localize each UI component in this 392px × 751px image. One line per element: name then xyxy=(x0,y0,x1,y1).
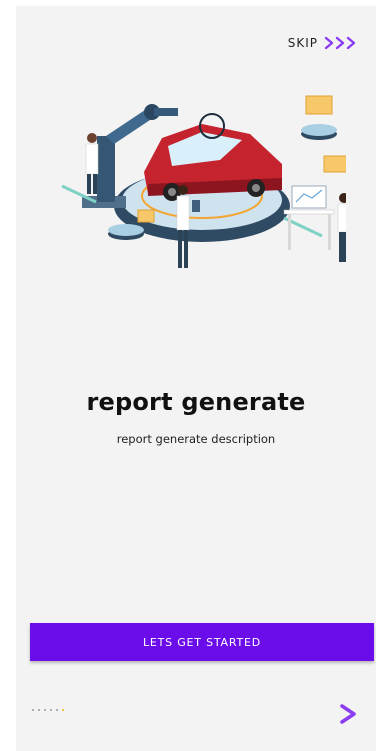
car-factory-illustration xyxy=(52,86,349,286)
skip-label: SKIP xyxy=(287,36,318,50)
next-button[interactable] xyxy=(336,702,360,726)
page-dot xyxy=(44,709,46,711)
page-dot xyxy=(56,709,58,711)
skip-button[interactable]: SKIP xyxy=(288,36,358,50)
page-dot xyxy=(62,709,64,711)
page-dot xyxy=(38,709,40,711)
triple-chevron-right-icon xyxy=(324,36,358,50)
chevron-right-icon xyxy=(336,702,360,726)
page-title: report generate xyxy=(86,388,306,416)
page-indicator xyxy=(32,709,64,711)
page-dot xyxy=(50,709,52,711)
page-dot xyxy=(32,709,34,711)
get-started-button[interactable]: LETS GET STARTED xyxy=(30,623,374,661)
onboarding-screen: SKIP report generate report generate des… xyxy=(16,6,376,751)
page-description: report generate description xyxy=(116,432,276,446)
